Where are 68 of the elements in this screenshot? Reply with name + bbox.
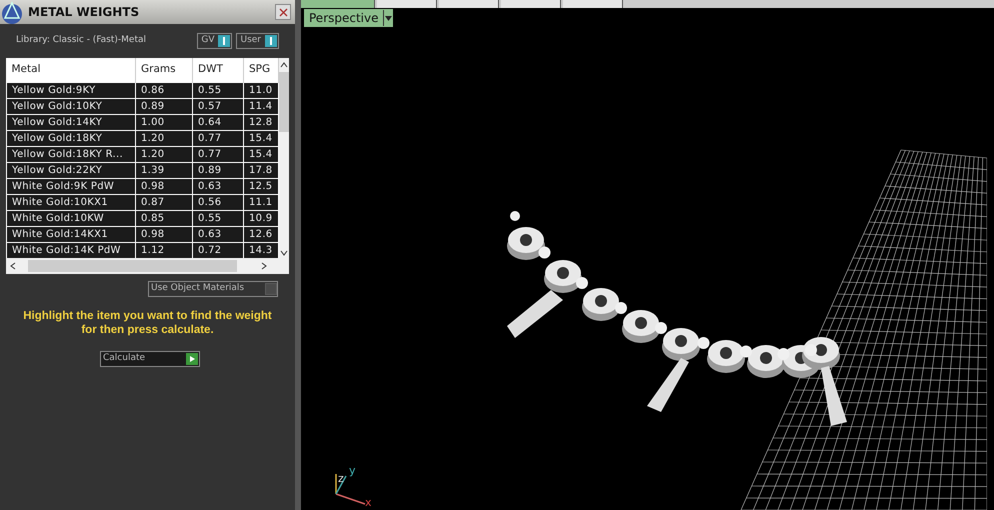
view-tab[interactable] bbox=[301, 0, 375, 8]
table-cell: White Gold:14K PdW bbox=[6, 242, 136, 258]
table-cell: 0.55 bbox=[192, 210, 244, 226]
table-cell: 0.72 bbox=[192, 242, 244, 258]
table-cell: Yellow Gold:22KY bbox=[6, 162, 136, 178]
close-icon bbox=[278, 8, 288, 17]
table-cell: 11.1 bbox=[244, 194, 278, 210]
close-button[interactable] bbox=[275, 4, 291, 20]
table-cell: White Gold:9K PdW bbox=[6, 178, 136, 194]
library-toggle[interactable]: User bbox=[236, 33, 279, 49]
table-cell: 0.56 bbox=[192, 194, 244, 210]
table-cell: 17.8 bbox=[244, 162, 278, 178]
table-cell: White Gold:14KX1 bbox=[6, 226, 136, 242]
table-cell: 1.39 bbox=[136, 162, 192, 178]
table-cell: 12.6 bbox=[244, 226, 278, 242]
panel-title: METAL WEIGHTS bbox=[28, 4, 140, 21]
app-logo-icon bbox=[0, 0, 24, 24]
view-tab[interactable] bbox=[439, 0, 499, 8]
table-cell: 0.89 bbox=[192, 162, 244, 178]
scroll-right-icon bbox=[261, 262, 267, 270]
table-cell: Yellow Gold:9KY bbox=[6, 82, 136, 98]
scroll-up-icon bbox=[280, 62, 288, 68]
calculate-button[interactable]: Calculate bbox=[100, 351, 200, 367]
table-cell: 1.00 bbox=[136, 114, 192, 130]
table-cell: 11.0 bbox=[244, 82, 278, 98]
view-dropdown[interactable]: Perspective bbox=[304, 9, 392, 27]
view-tab[interactable] bbox=[501, 0, 561, 8]
table-cell: 0.85 bbox=[136, 210, 192, 226]
table-cell: White Gold:10KX1 bbox=[6, 194, 136, 210]
table-cell: 0.77 bbox=[192, 130, 244, 146]
table-cell: 10.9 bbox=[244, 210, 278, 226]
table-cell: 15.4 bbox=[244, 130, 278, 146]
scroll-down-icon bbox=[280, 250, 288, 256]
instruction-text: Highlight the item you want to find the weight for then press calculate. bbox=[22, 309, 273, 337]
table-cell: 12.8 bbox=[244, 114, 278, 130]
library-label: Library: Classic - (Fast)-Metal bbox=[16, 34, 148, 48]
table-cell: 0.87 bbox=[136, 194, 192, 210]
table-cell: 0.57 bbox=[192, 98, 244, 114]
table-cell: White Gold:10KW bbox=[6, 210, 136, 226]
table-cell: Yellow Gold:18KY bbox=[6, 130, 136, 146]
table-cell: 14.3 bbox=[244, 242, 278, 258]
table-cell: Yellow Gold:14KY bbox=[6, 114, 136, 130]
view-tab[interactable] bbox=[563, 0, 623, 8]
table-cell: 15.4 bbox=[244, 146, 278, 162]
table-cell: 12.5 bbox=[244, 178, 278, 194]
table-cell: 0.86 bbox=[136, 82, 192, 98]
table-cell: 0.98 bbox=[136, 178, 192, 194]
table-cell: 0.63 bbox=[192, 226, 244, 242]
table-cell: 0.89 bbox=[136, 98, 192, 114]
table-cell: 1.20 bbox=[136, 130, 192, 146]
table-cell: 1.12 bbox=[136, 242, 192, 258]
library-toggle[interactable]: GV bbox=[197, 33, 232, 49]
table-cell: 0.63 bbox=[192, 178, 244, 194]
table-cell: 0.77 bbox=[192, 146, 244, 162]
horizontal-scrollbar[interactable] bbox=[6, 258, 289, 274]
view-tab[interactable] bbox=[377, 0, 437, 8]
scroll-left-icon bbox=[10, 262, 16, 270]
use-object-materials-toggle[interactable]: Use Object Materials bbox=[148, 281, 278, 297]
table-cell: 0.64 bbox=[192, 114, 244, 130]
table-cell: 11.4 bbox=[244, 98, 278, 114]
axis-triad-drawing: x y z bbox=[335, 464, 372, 509]
table-cell: 0.98 bbox=[136, 226, 192, 242]
caret-icon bbox=[384, 16, 392, 20]
table-cell: 0.55 bbox=[192, 82, 244, 98]
table-cell: Yellow Gold:18KY R... bbox=[6, 146, 136, 162]
table-cell: 1.20 bbox=[136, 146, 192, 162]
table-cell: Yellow Gold:10KY bbox=[6, 98, 136, 114]
vertical-scrollbar[interactable] bbox=[279, 58, 289, 258]
